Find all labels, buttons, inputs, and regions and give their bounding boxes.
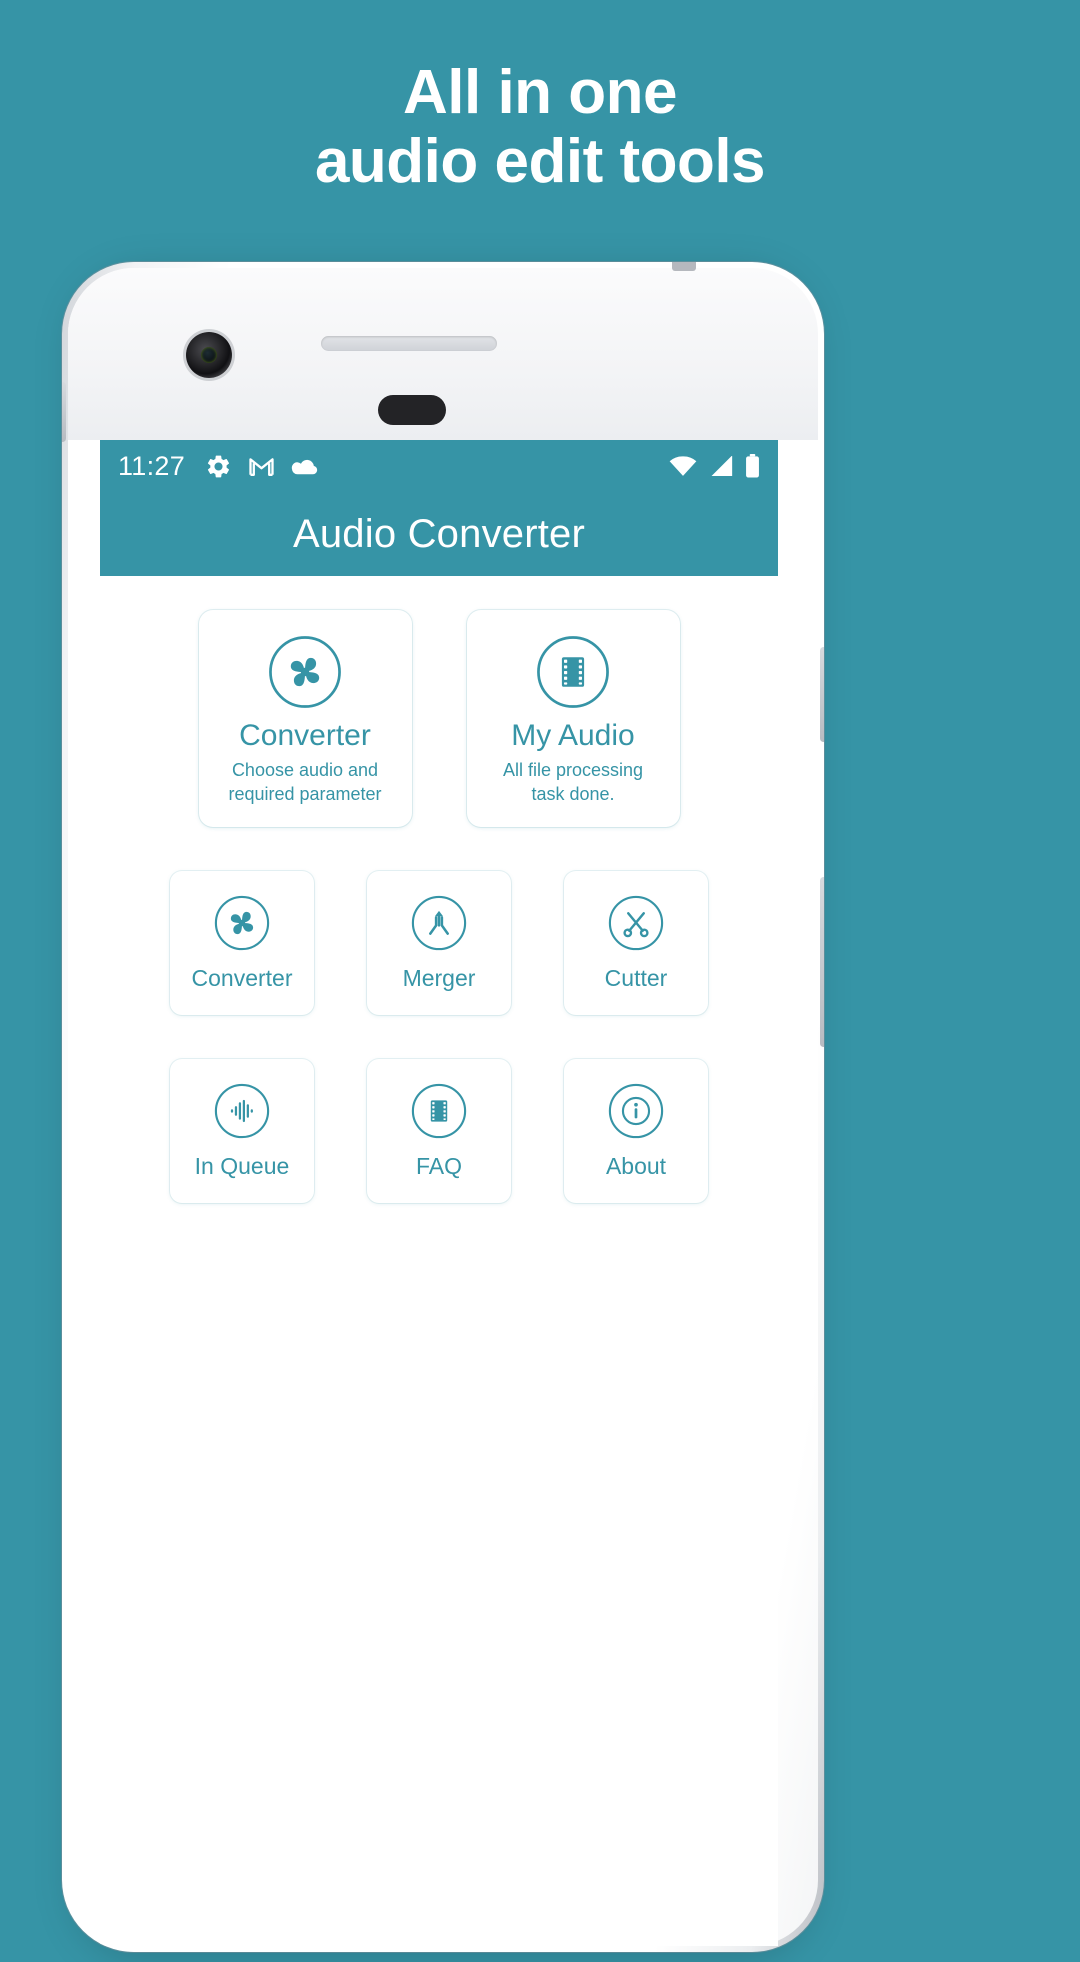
phone-body: 11:27 Audio Converter Converter Choose a… bbox=[62, 262, 824, 1952]
earpiece-speaker-icon bbox=[321, 336, 497, 351]
fan-propeller-icon bbox=[213, 894, 271, 952]
phone-power-button bbox=[820, 877, 824, 1047]
phone-mockup: 11:27 Audio Converter Converter Choose a… bbox=[62, 262, 824, 1962]
scissors-icon bbox=[607, 894, 665, 952]
film-strip-icon bbox=[536, 635, 610, 709]
film-strip-icon bbox=[410, 1082, 468, 1140]
card-title: My Audio bbox=[511, 718, 635, 752]
main-content: Converter Choose audio and required para… bbox=[100, 576, 778, 1946]
gmail-icon bbox=[248, 455, 275, 477]
promo-heading: All in one audio edit tools bbox=[314, 58, 766, 197]
status-time: 11:27 bbox=[118, 450, 186, 481]
tool-label: Merger bbox=[402, 965, 476, 991]
featured-cards-row: Converter Choose audio and required para… bbox=[100, 610, 778, 827]
tool-label: About bbox=[605, 1153, 667, 1179]
waveform-icon bbox=[213, 1082, 271, 1140]
fan-propeller-icon bbox=[268, 635, 342, 709]
cloud-icon bbox=[291, 456, 320, 477]
phone-volume-button bbox=[820, 647, 824, 742]
front-camera-icon bbox=[186, 332, 232, 378]
phone-screen: 11:27 Audio Converter Converter Choose a… bbox=[100, 440, 778, 1946]
tool-label: FAQ bbox=[415, 1153, 462, 1179]
card-converter[interactable]: Converter Choose audio and required para… bbox=[198, 610, 412, 827]
tool-faq[interactable]: FAQ bbox=[367, 1059, 511, 1203]
card-subtitle: All file processing task done. bbox=[502, 759, 644, 804]
phone-top-bezel bbox=[68, 268, 818, 440]
merge-arrow-icon bbox=[410, 894, 468, 952]
tool-merger[interactable]: Merger bbox=[367, 871, 511, 1015]
tool-about[interactable]: About bbox=[564, 1059, 708, 1203]
tool-converter[interactable]: Converter bbox=[170, 871, 314, 1015]
app-bar: Audio Converter bbox=[100, 492, 778, 576]
card-subtitle: Choose audio and required parameter bbox=[228, 759, 382, 804]
phone-left-button bbox=[62, 382, 66, 442]
tool-row-1: Converter Merger Cutter bbox=[100, 871, 778, 1015]
app-title: Audio Converter bbox=[292, 511, 586, 556]
cellular-signal-icon bbox=[708, 455, 734, 477]
status-left-icons bbox=[205, 453, 320, 480]
status-bar: 11:27 bbox=[100, 440, 778, 492]
card-my-audio[interactable]: My Audio All file processing task done. bbox=[466, 610, 680, 827]
tool-label: Cutter bbox=[604, 965, 668, 991]
gear-icon bbox=[205, 453, 232, 480]
battery-icon bbox=[745, 454, 760, 478]
info-circle-icon bbox=[607, 1082, 665, 1140]
wifi-icon bbox=[669, 455, 697, 477]
card-title: Converter bbox=[239, 718, 371, 752]
tool-row-2: In Queue FAQ About bbox=[100, 1059, 778, 1203]
tool-cutter[interactable]: Cutter bbox=[564, 871, 708, 1015]
tool-label: In Queue bbox=[194, 1153, 290, 1179]
antenna-band bbox=[672, 262, 696, 271]
status-right-icons bbox=[669, 454, 760, 478]
fingerprint-sensor-icon bbox=[378, 395, 446, 425]
tool-label: Converter bbox=[191, 965, 293, 991]
tool-in-queue[interactable]: In Queue bbox=[170, 1059, 314, 1203]
